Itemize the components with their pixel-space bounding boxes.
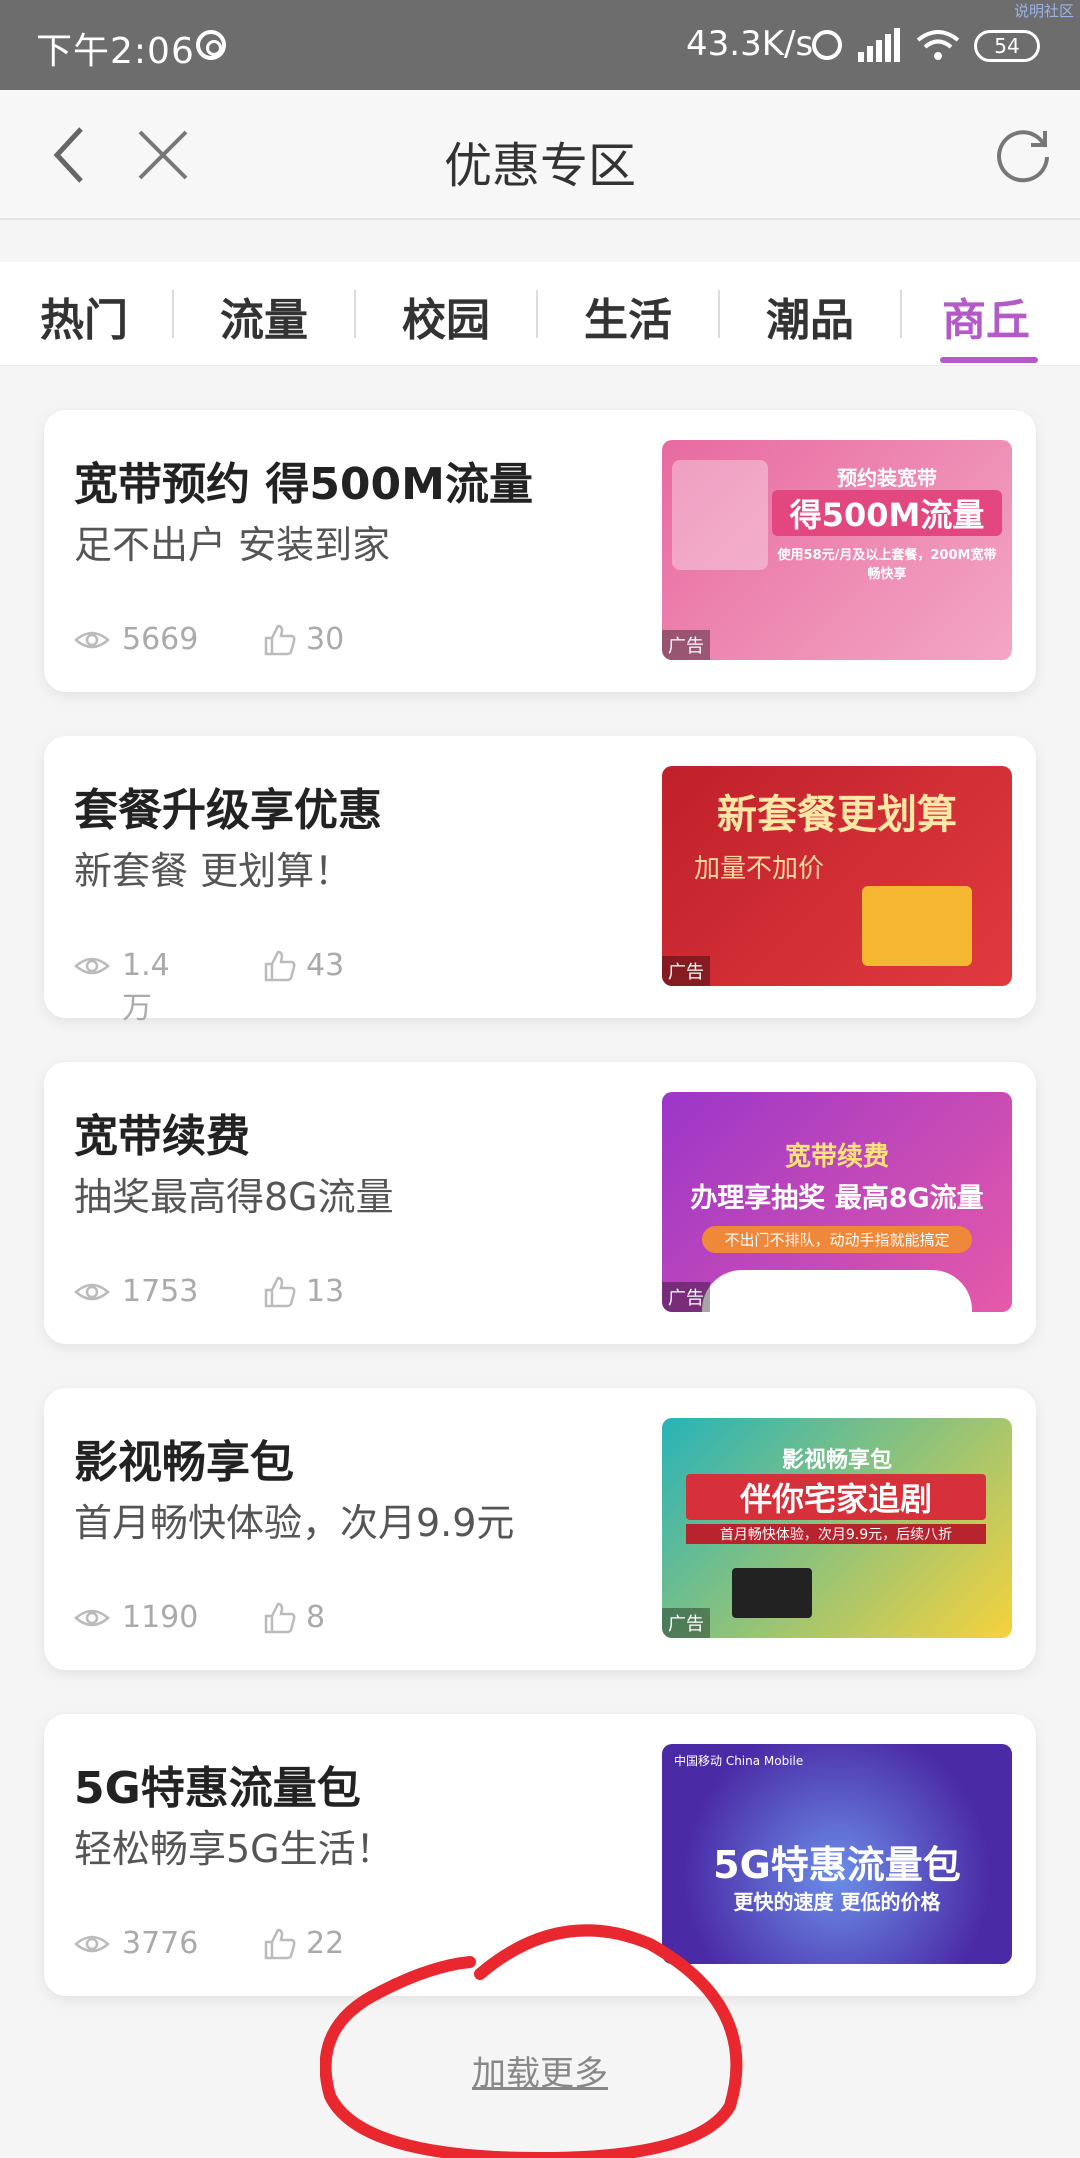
thumbs-up-icon[interactable] (262, 1274, 298, 1310)
card-title: 5G特惠流量包 (74, 1763, 361, 1814)
thumbs-up-icon[interactable] (262, 1600, 298, 1636)
refresh-icon[interactable] (988, 120, 1058, 190)
tab-life[interactable]: 生活 (584, 284, 672, 348)
card-subtitle: 抽奖最高得8G流量 (74, 1175, 394, 1219)
annotation-circle (320, 1924, 743, 2158)
offer-card[interactable]: 宽带续费 抽奖最高得8G流量 1753 13 宽带续费 办理享抽奖 最高8G流量… (44, 1062, 1036, 1344)
offer-card[interactable]: 影视畅享包 首月畅快体验，次月9.9元 1190 8 影视畅享包 伴你宅家追剧 … (44, 1388, 1036, 1670)
thumbs-up-icon[interactable] (262, 1926, 298, 1962)
card-title: 套餐升级享优惠 (74, 785, 382, 836)
card-title: 影视畅享包 (74, 1437, 294, 1488)
thumbs-up-icon[interactable] (262, 948, 298, 984)
wifi-icon (916, 28, 960, 62)
alarm-icon (812, 30, 842, 60)
signal-icon (858, 28, 900, 62)
tab-campus[interactable]: 校园 (402, 284, 490, 348)
card-title: 宽带续费 (74, 1111, 250, 1162)
tab-data[interactable]: 流量 (220, 284, 308, 348)
card-banner-image: 影视畅享包 伴你宅家追剧 首月畅快体验，次月9.9元，后续八折 广告 (662, 1418, 1012, 1638)
card-subtitle: 首月畅快体验，次月9.9元 (74, 1501, 515, 1545)
cloud-graphic (702, 1270, 972, 1312)
view-count: 1190 (122, 1600, 199, 1635)
battery-indicator: 54 (974, 30, 1040, 62)
eye-icon (74, 1935, 110, 1953)
tab-divider (354, 290, 356, 338)
eye-icon (74, 1283, 110, 1301)
card-subtitle: 足不出户 安装到家 (74, 523, 391, 567)
ad-tag: 广告 (662, 1282, 710, 1312)
status-corner-text: 说明社区 (1013, 2, 1074, 20)
eye-icon (74, 957, 110, 975)
card-subtitle: 轻松畅享5G生活！ (74, 1827, 394, 1871)
view-count: 1753 (122, 1274, 199, 1309)
tab-hot[interactable]: 热门 (40, 284, 128, 348)
nav-bar: 优惠专区 (0, 90, 1080, 220)
card-banner-image: 新套餐更划算 加量不加价 广告 (662, 766, 1012, 986)
weibo-notification-icon (196, 30, 226, 60)
gift-box-graphic (862, 886, 972, 966)
status-bar: 下午2:06 43.3K/s 54 说明社区 (0, 0, 1080, 90)
tab-divider (536, 290, 538, 338)
china-mobile-logo: 中国移动 China Mobile (674, 1754, 804, 1768)
clapperboard-graphic (732, 1568, 812, 1618)
network-speed: 43.3K/s (686, 24, 814, 64)
card-title: 宽带预约 得500M流量 (74, 459, 533, 510)
ad-tag: 广告 (662, 956, 710, 986)
tab-trendy[interactable]: 潮品 (766, 284, 854, 348)
card-banner-image: 宽带续费 办理享抽奖 最高8G流量 不出门不排队，动动手指就能搞定 广告 (662, 1092, 1012, 1312)
offer-card[interactable]: 宽带预约 得500M流量 足不出户 安装到家 5669 30 预约装宽带 得50… (44, 410, 1036, 692)
tab-divider (172, 290, 174, 338)
tab-divider (900, 290, 902, 338)
view-count: 1.4万 (122, 948, 170, 1026)
like-count: 43 (306, 948, 345, 983)
view-count: 3776 (122, 1926, 199, 1961)
offer-card[interactable]: 套餐升级享优惠 新套餐 更划算！ 1.4万 43 新套餐更划算 加量不加价 广告 (44, 736, 1036, 1026)
banner-5g-graphic (672, 460, 768, 570)
like-count: 13 (306, 1274, 345, 1309)
category-tabs: 热门 流量 校园 生活 潮品 商丘 (0, 262, 1080, 366)
status-time: 下午2:06 (36, 31, 195, 72)
eye-icon (74, 631, 110, 649)
like-count: 8 (306, 1600, 326, 1635)
active-tab-indicator (940, 357, 1038, 363)
ad-tag: 广告 (662, 1608, 710, 1638)
like-count: 30 (306, 622, 345, 657)
eye-icon (74, 1609, 110, 1627)
thumbs-up-icon[interactable] (262, 622, 298, 658)
card-subtitle: 新套餐 更划算！ (74, 849, 353, 893)
page-title: 优惠专区 (443, 138, 636, 194)
tab-shangqiu[interactable]: 商丘 (942, 284, 1030, 348)
tab-divider (718, 290, 720, 338)
card-banner-image: 预约装宽带 得500M流量 使用58元/月及以上套餐，200M宽带畅快享 广告 (662, 440, 1012, 660)
ad-tag: 广告 (662, 630, 710, 660)
view-count: 5669 (122, 622, 199, 657)
